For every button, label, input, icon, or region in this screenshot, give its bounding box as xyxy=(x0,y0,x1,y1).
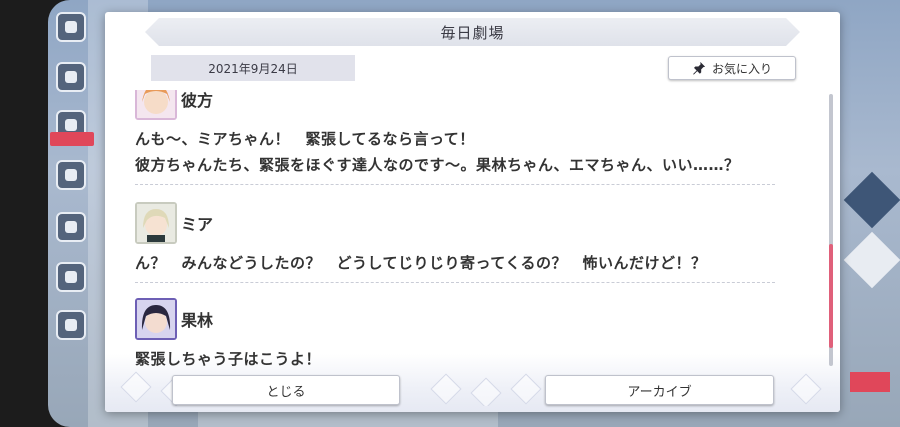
karin-avatar xyxy=(135,298,177,340)
event-badge xyxy=(50,132,94,146)
scrollbar-thumb[interactable] xyxy=(829,244,833,348)
archive-button[interactable]: アーカイブ xyxy=(545,375,774,405)
event-banner xyxy=(850,372,890,392)
entry-divider xyxy=(135,184,775,185)
ranking-icon[interactable] xyxy=(56,262,86,292)
title-bar: 毎日劇場 xyxy=(145,18,800,46)
script-scroll-area[interactable]: 彼方 んも〜、ミアちゃん！ 緊張してるなら言って！ 彼方ちゃんたち、緊張をほぐす… xyxy=(135,90,795,370)
speaker-row: ミア xyxy=(135,202,795,244)
dialog-title: 毎日劇場 xyxy=(440,23,505,42)
mia-avatar xyxy=(135,202,177,244)
speaker-row: 彼方 xyxy=(135,90,795,120)
chat-icon[interactable] xyxy=(56,62,86,92)
menu-icon[interactable] xyxy=(56,12,86,42)
dialogue-line: んも〜、ミアちゃん！ 緊張してるなら言って！ xyxy=(135,130,475,148)
side-menu xyxy=(48,0,94,427)
dialogue-line: 彼方ちゃんたち、緊張をほぐす達人なのです〜。果林ちゃん、エマちゃん、いい……？ xyxy=(135,156,740,174)
script-entry: 彼方 んも〜、ミアちゃん！ 緊張してるなら言って！ 彼方ちゃんたち、緊張をほぐす… xyxy=(135,90,795,185)
message-icon[interactable] xyxy=(56,212,86,242)
entry-divider xyxy=(135,282,775,283)
speaker-name: ミア xyxy=(181,215,214,234)
favorite-button[interactable]: お気に入り xyxy=(668,56,796,80)
dialogue-line: 緊張しちゃう子はこうよ！ xyxy=(135,350,322,368)
kanata-avatar xyxy=(135,90,177,120)
scrollbar[interactable] xyxy=(829,94,833,366)
close-button[interactable]: とじる xyxy=(172,375,400,405)
speaker-row: 果林 xyxy=(135,298,795,340)
pin-icon xyxy=(693,61,706,75)
daily-theater-dialog: 毎日劇場 2021年9月24日 お気に入り 彼方 んも〜、ミアちゃん！ 緊張して… xyxy=(105,12,840,412)
date-label: 2021年9月24日 xyxy=(151,55,355,81)
script-entry: ミア ん？ みんなどうしたの？ どうしてじりじり寄ってくるの？ 怖いんだけど！？ xyxy=(135,202,795,283)
speaker-name: 彼方 xyxy=(181,91,214,110)
dialogue-line: ん？ みんなどうしたの？ どうしてじりじり寄ってくるの？ 怖いんだけど！？ xyxy=(135,254,707,272)
gift-icon[interactable] xyxy=(56,160,86,190)
script-entry: 果林 緊張しちゃう子はこうよ！ xyxy=(135,298,795,370)
favorite-label: お気に入り xyxy=(711,61,772,76)
speaker-name: 果林 xyxy=(181,311,214,330)
fullscreen-icon[interactable] xyxy=(56,310,86,340)
